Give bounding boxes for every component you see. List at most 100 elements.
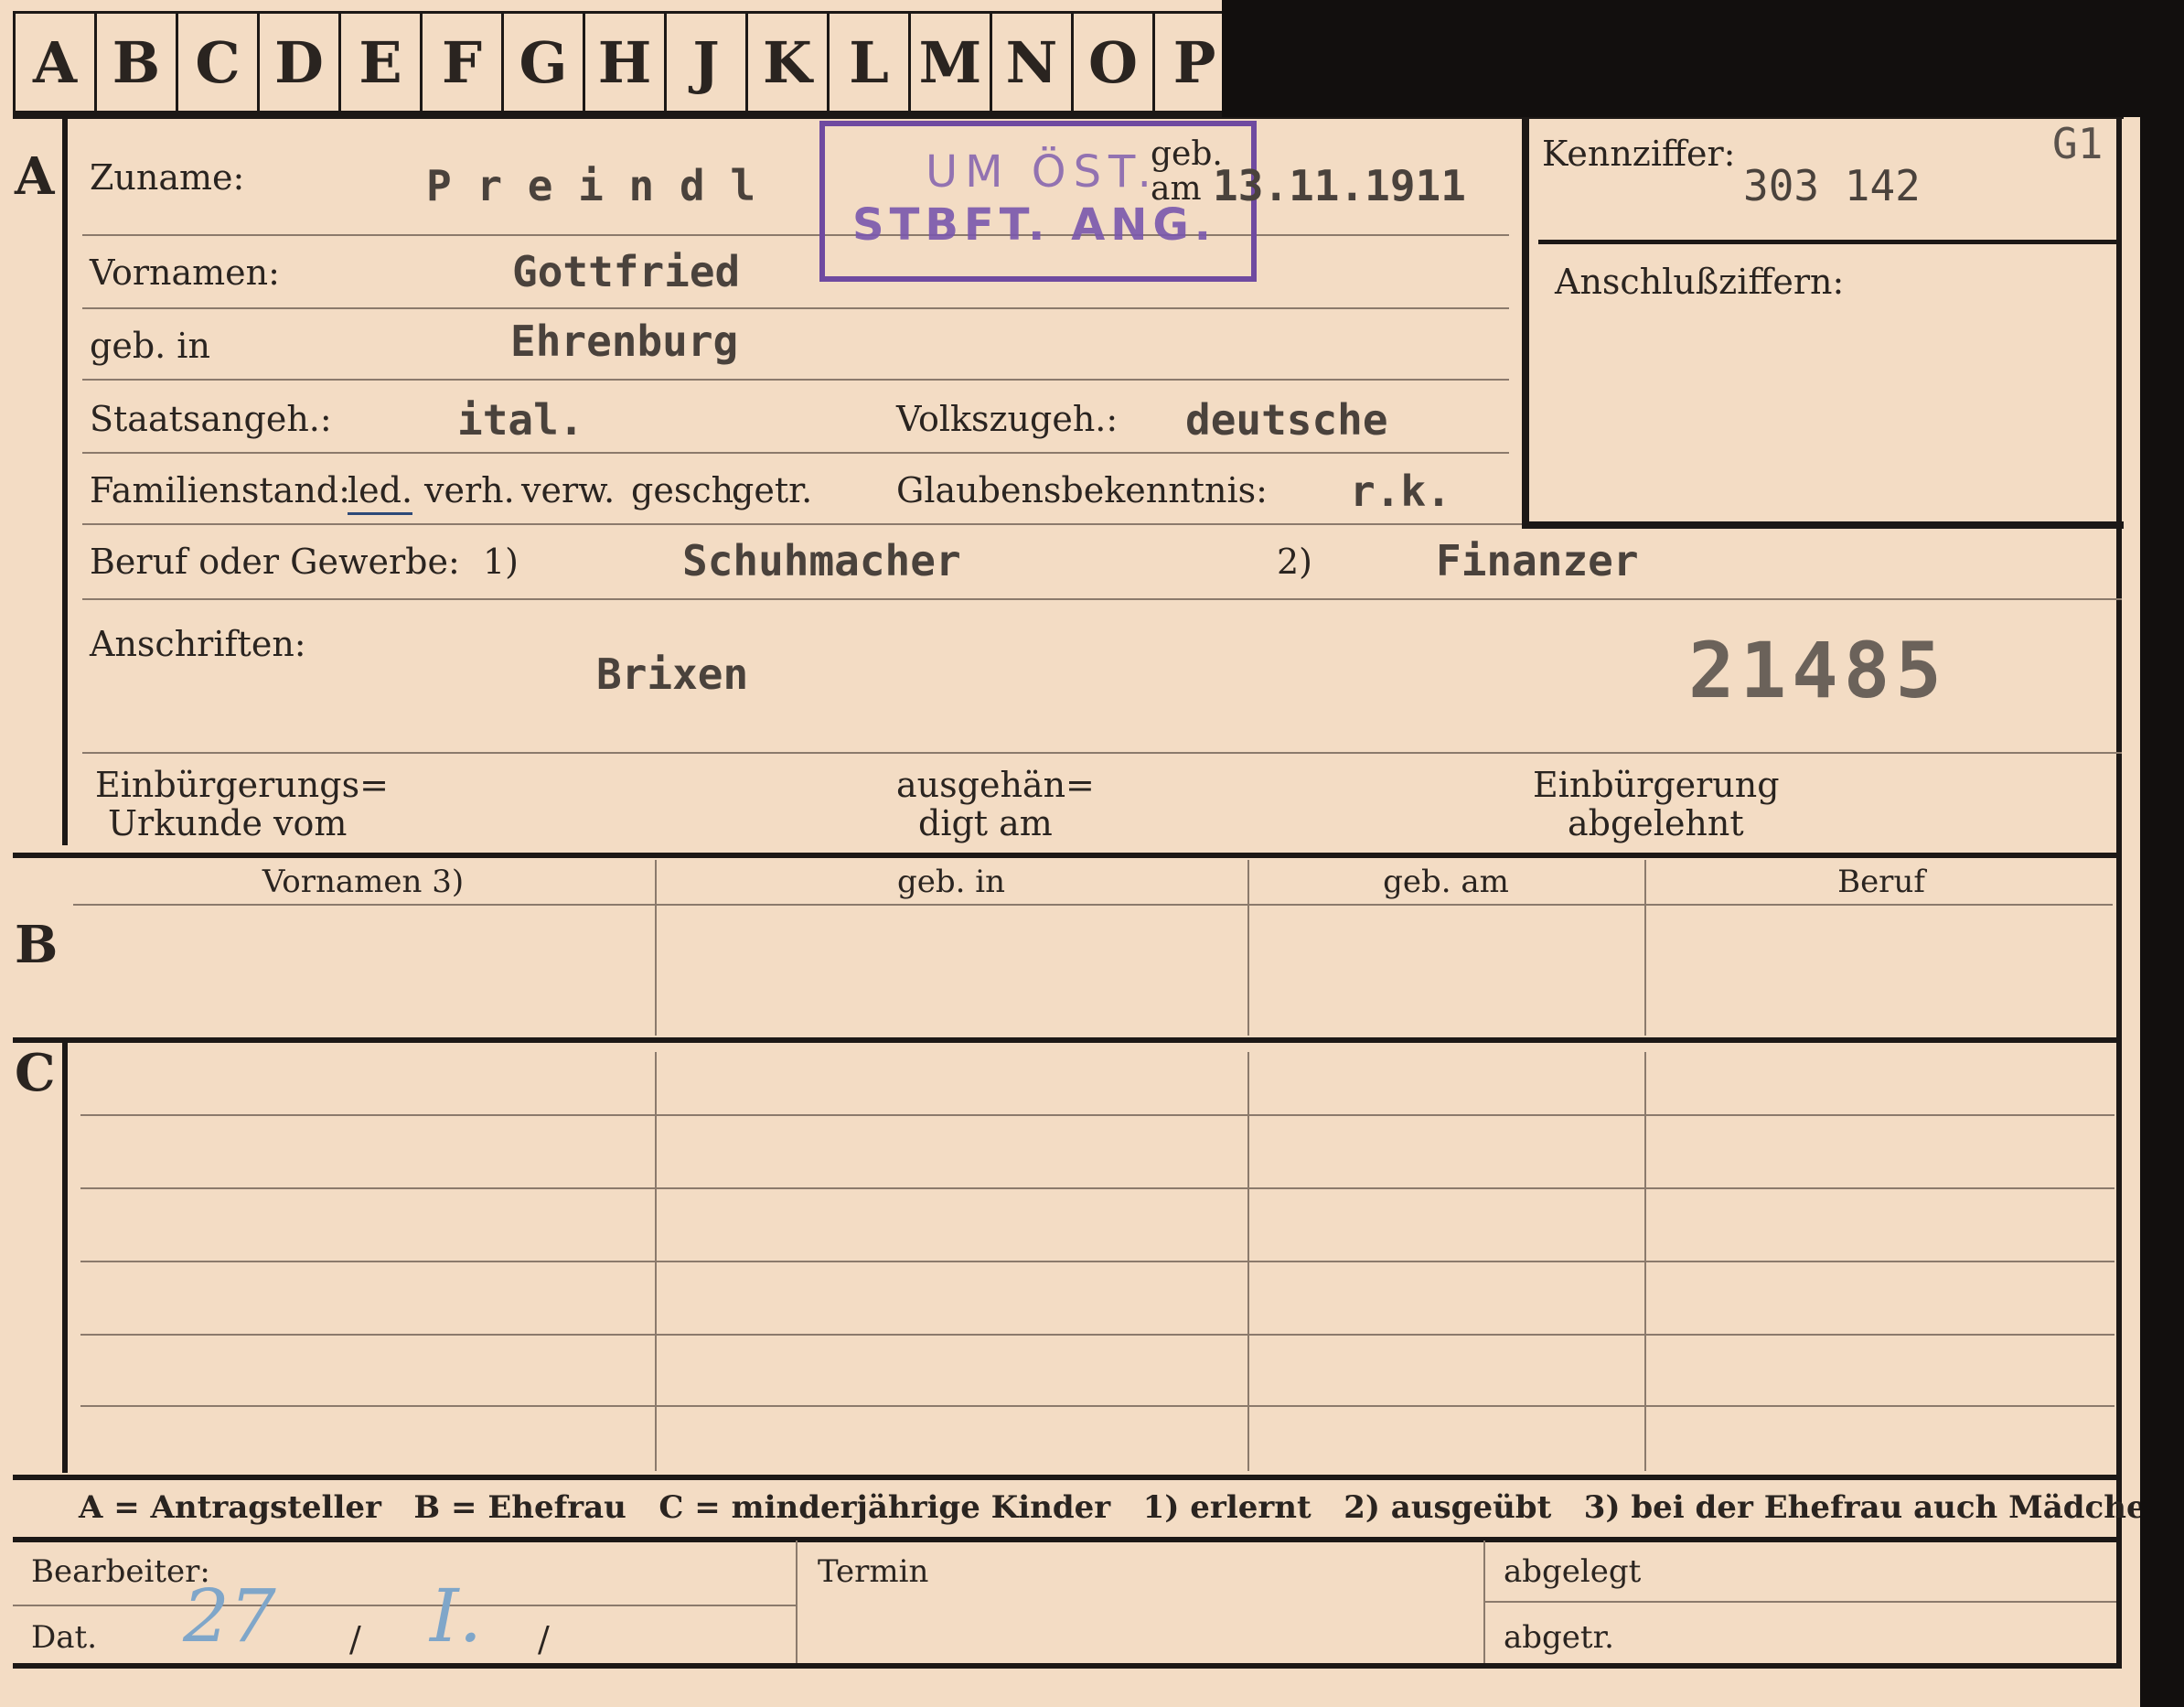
c-row-1: [80, 1114, 2114, 1116]
row-line-7: [82, 752, 2122, 754]
tab-d[interactable]: D: [260, 11, 341, 113]
scan-background-right: [2140, 0, 2184, 1707]
familienstand-opt-verw: verw.: [521, 470, 616, 510]
dat-label: Dat.: [31, 1619, 98, 1656]
zuname-label: Zuname:: [90, 157, 245, 198]
frame-left-c: [62, 1043, 68, 1473]
section-b-label: B: [15, 915, 59, 975]
b-vline-2: [1247, 860, 1249, 1036]
dat-day: 27: [183, 1573, 276, 1659]
tab-j[interactable]: J: [667, 11, 748, 113]
familienstand-opt-getr: getr.: [732, 470, 813, 510]
tab-a[interactable]: A: [13, 11, 97, 113]
section-c-label: C: [15, 1043, 56, 1103]
tab-f[interactable]: F: [423, 11, 504, 113]
tab-h[interactable]: H: [585, 11, 667, 113]
volkszugeh-label: Volkszugeh.:: [896, 399, 1119, 439]
section-b-top: [13, 853, 2122, 858]
row-line-4: [82, 452, 1509, 454]
b-col-geb-in: geb. in: [896, 864, 1006, 900]
row-line-3: [82, 379, 1509, 381]
einbuergerungs-urkunde-label-2: Urkunde vom: [108, 803, 348, 843]
tab-o[interactable]: O: [1074, 11, 1155, 113]
tab-l[interactable]: L: [830, 11, 911, 113]
zuname-value: P r e i n d l: [426, 161, 756, 210]
beruf-label: Beruf oder Gewerbe:: [90, 542, 460, 582]
section-a-label: A: [15, 146, 55, 207]
staatsangeh-value: ital.: [457, 395, 584, 445]
c-vline-2: [1247, 1052, 1249, 1471]
registration-card: A B C D E F G H J K L M N O P A B C Zuna…: [0, 0, 2184, 1707]
einbuergerung-abgelehnt-label-2: abgelehnt: [1568, 803, 1744, 843]
dat-slash-1: /: [349, 1619, 361, 1659]
stamp-line-1: UM ÖST.: [926, 146, 1159, 198]
c-row-5: [80, 1405, 2114, 1407]
section-c-top: [13, 1037, 2122, 1043]
einbuergerung-abgelehnt-label-1: Einbürgerung: [1533, 765, 1780, 805]
section-b-header-line: [73, 904, 2113, 906]
staatsangeh-label: Staatsangeh.:: [90, 399, 332, 439]
row-line-2: [82, 307, 1509, 309]
glaubensbekenntnis-value: r.k.: [1350, 467, 1451, 516]
kennziffer-tag: G1: [2052, 119, 2104, 168]
geb-in-value: Ehrenburg: [510, 317, 739, 366]
familienstand-opt-gesch: gesch.: [631, 470, 745, 510]
dat-month: I.: [430, 1573, 483, 1659]
c-vline-1: [655, 1052, 657, 1471]
akten-number: 21485: [1688, 626, 1947, 715]
geb-am-label: geb. am: [1151, 135, 1223, 208]
beruf-erlernt-value: Schuhmacher: [682, 536, 961, 585]
termin-label: Termin: [818, 1553, 929, 1590]
tab-b[interactable]: B: [97, 11, 178, 113]
kennziffer-value: 303 142: [1743, 161, 1921, 210]
tab-e[interactable]: E: [341, 11, 423, 113]
b-col-geb-am: geb. am: [1383, 864, 1509, 900]
kennziffer-label: Kennziffer:: [1542, 134, 1736, 174]
beruf-ausgeuebt-value: Finanzer: [1436, 536, 1639, 585]
b-vline-1: [655, 860, 657, 1036]
frame-left: [62, 117, 68, 845]
legend-bottom: [13, 1537, 2122, 1542]
familienstand-opt-verh: verh.: [424, 470, 515, 510]
familienstand-opt-led: led.: [348, 470, 413, 515]
tab-m[interactable]: M: [911, 11, 992, 113]
volkszugeh-value: deutsche: [1185, 395, 1388, 445]
geb-in-label: geb. in: [90, 326, 210, 366]
beruf-note-2: 2): [1277, 542, 1313, 582]
c-row-2: [80, 1187, 2114, 1189]
einbuergerungs-urkunde-label-1: Einbürgerungs=: [95, 765, 389, 805]
anschriften-label: Anschriften:: [90, 624, 306, 664]
tab-k[interactable]: K: [748, 11, 830, 113]
c-vline-3: [1644, 1052, 1646, 1471]
glaubensbekenntnis-label: Glaubensbekenntnis:: [896, 470, 1268, 510]
dat-slash-2: /: [538, 1619, 550, 1659]
footer-vline-2: [1483, 1541, 1485, 1663]
anschlussziffern-label: Anschlußziffern:: [1555, 262, 1845, 302]
abgelegt-label: abgelegt: [1504, 1553, 1642, 1590]
footer-row-line-right: [1485, 1601, 2116, 1603]
tab-c[interactable]: C: [178, 11, 260, 113]
beruf-note-1: 1): [483, 542, 519, 582]
c-row-3: [80, 1261, 2114, 1262]
ausgehaendigt-label-1: ausgehän=: [896, 765, 1095, 805]
b-col-vornamen: Vornamen 3): [262, 864, 465, 900]
tab-g[interactable]: G: [504, 11, 585, 113]
abgetr-label: abgetr.: [1504, 1619, 1614, 1656]
tab-n[interactable]: N: [992, 11, 1074, 113]
legend-top: [13, 1475, 2122, 1480]
footer-row-line: [13, 1605, 796, 1606]
c-row-4: [80, 1334, 2114, 1336]
familienstand-label: Familienstand:: [90, 470, 350, 510]
footer-vline-1: [796, 1541, 798, 1663]
geb-am-value: 13.11.1911: [1213, 161, 1466, 210]
vornamen-value: Gottfried: [512, 247, 741, 296]
anschrift-value: Brixen: [596, 650, 749, 699]
kennziffer-divider: [1538, 240, 2116, 244]
alphabet-tabs: A B C D E F G H J K L M N O P: [13, 11, 1237, 113]
vornamen-label: Vornamen:: [90, 252, 280, 293]
legend: A = Antragsteller B = Ehefrau C = minder…: [79, 1489, 2184, 1526]
b-vline-3: [1644, 860, 1646, 1036]
scan-background-top: [1222, 0, 2184, 117]
footer-bottom: [13, 1663, 2122, 1669]
row-line-1: [82, 234, 1509, 236]
